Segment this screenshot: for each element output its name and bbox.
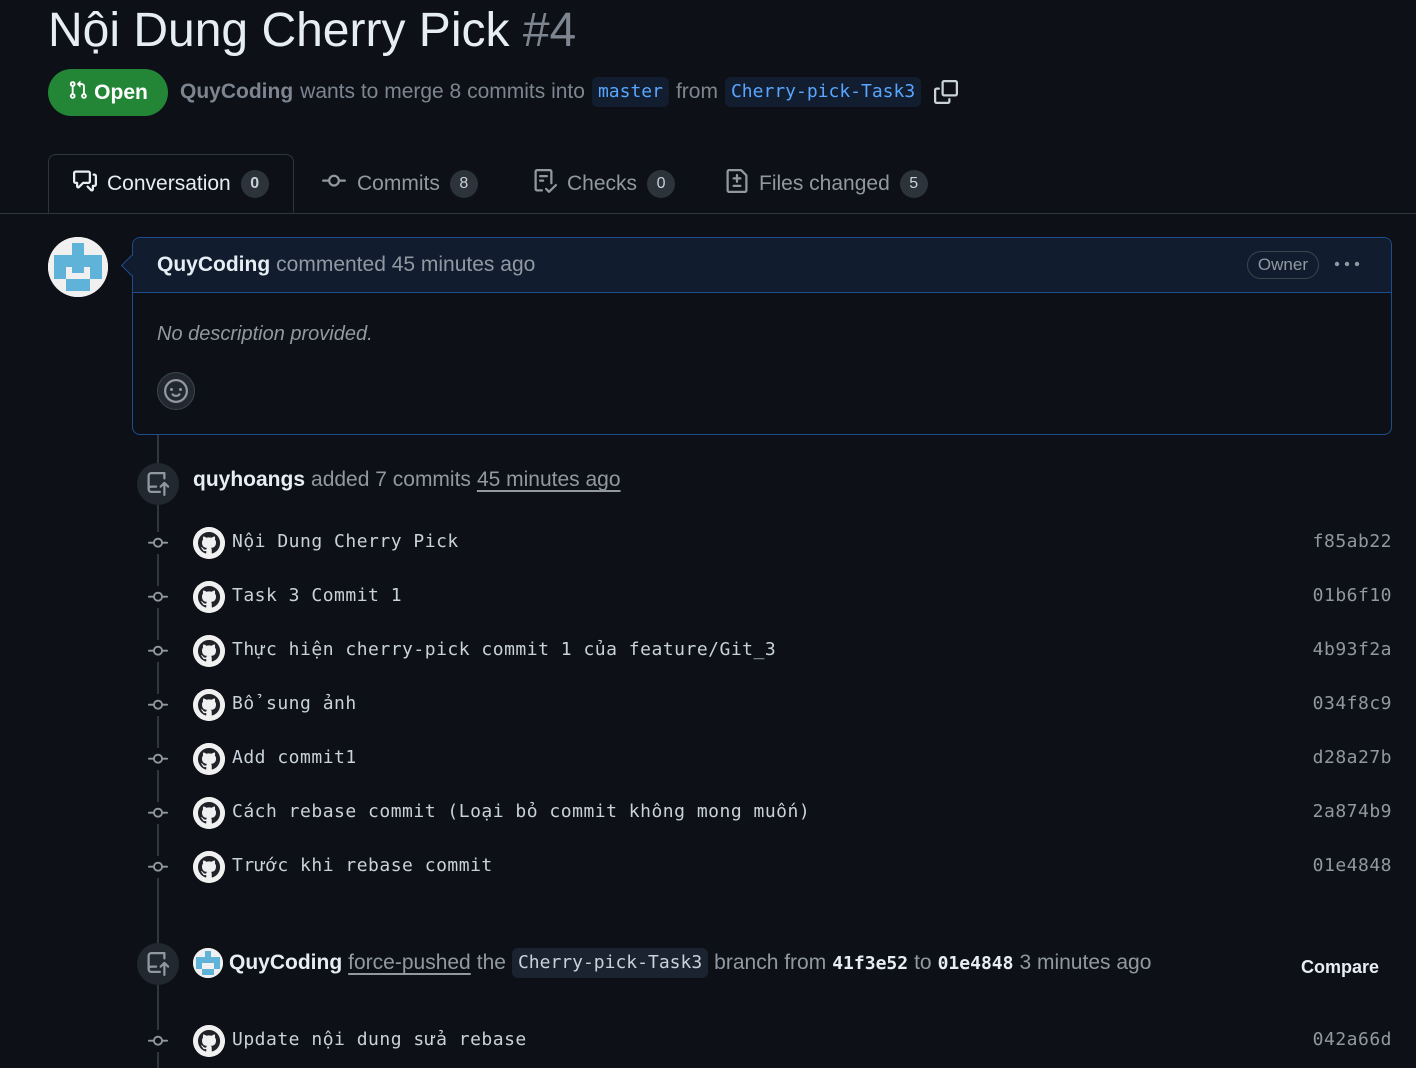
- base-branch[interactable]: master: [591, 77, 669, 107]
- commits-added-event: quyhoangs added 7 commits 45 minutes ago: [193, 468, 621, 492]
- event-author[interactable]: quyhoangs: [193, 468, 305, 492]
- tab-commits[interactable]: Commits 8: [321, 154, 478, 213]
- pr-tabs: Conversation 0 Commits 8 Checks 0 Files …: [0, 154, 1416, 214]
- tab-files-changed-count: 5: [899, 169, 928, 198]
- push-from-sha[interactable]: 41f3e52: [832, 953, 908, 974]
- list-item: Bổ sung ảnh 034f8c9: [0, 685, 1416, 725]
- pr-description-comment: QuyCoding commented 45 minutes ago Owner…: [132, 237, 1392, 435]
- tab-checks-label: Checks: [567, 171, 638, 195]
- commit-message[interactable]: Trước khi rebase commit: [232, 855, 493, 876]
- git-commit-icon: [145, 748, 171, 770]
- pr-from-text: from: [675, 80, 718, 103]
- tab-conversation-count: 0: [240, 169, 269, 198]
- repo-push-icon: [137, 943, 179, 985]
- commit-sha[interactable]: 01b6f10: [1313, 585, 1392, 606]
- pr-merge-text: wants to merge 8 commits into: [300, 80, 585, 103]
- pr-author-link[interactable]: QuyCoding: [180, 80, 293, 104]
- push-author[interactable]: QuyCoding: [229, 951, 342, 975]
- github-mark-icon[interactable]: [193, 689, 225, 721]
- tab-conversation[interactable]: Conversation 0: [48, 154, 294, 213]
- list-item: Thực hiện cherry-pick commit 1 của featu…: [0, 631, 1416, 671]
- list-item: Add commit1 d28a27b: [0, 739, 1416, 779]
- git-commit-icon: [145, 802, 171, 824]
- tab-commits-label: Commits: [357, 171, 440, 195]
- force-push-event: QuyCoding force-pushed the Cherry-pick-T…: [193, 948, 1151, 978]
- git-commit-icon: [145, 640, 171, 662]
- commit-sha[interactable]: 01e4848: [1313, 855, 1392, 876]
- tab-files-changed[interactable]: Files changed 5: [725, 154, 928, 213]
- git-commit-icon: [145, 856, 171, 878]
- commit-sha[interactable]: 034f8c9: [1313, 693, 1392, 714]
- push-action-link[interactable]: force-pushed: [348, 951, 471, 975]
- smiley-icon[interactable]: [157, 372, 195, 410]
- compare-button[interactable]: Compare: [1301, 957, 1379, 978]
- git-commit-icon: [145, 694, 171, 716]
- event-text: added 7 commits: [311, 468, 471, 491]
- tab-checks-count: 0: [647, 169, 676, 198]
- github-mark-icon[interactable]: [193, 851, 225, 883]
- kebab-horizontal-icon[interactable]: [1333, 254, 1361, 280]
- tab-conversation-label: Conversation: [107, 171, 231, 195]
- copy-icon[interactable]: [934, 80, 959, 104]
- comment-body: No description provided.: [157, 323, 373, 345]
- git-commit-icon: [145, 1030, 171, 1052]
- pr-state-label: Open: [94, 80, 148, 104]
- avatar[interactable]: [48, 237, 108, 297]
- tab-commits-count: 8: [449, 169, 478, 198]
- commit-message[interactable]: Cách rebase commit (Loại bỏ commit không…: [232, 801, 810, 822]
- push-branch-from-text: branch from: [714, 951, 827, 974]
- owner-badge: Owner: [1246, 251, 1319, 279]
- commit-message[interactable]: Update nội dung sửa rebase: [232, 1029, 527, 1050]
- commit-sha[interactable]: 042a66d: [1313, 1029, 1392, 1050]
- pr-state-badge: Open: [48, 69, 168, 116]
- tab-checks[interactable]: Checks 0: [533, 154, 676, 213]
- comment-header: QuyCoding commented 45 minutes ago Owner: [133, 238, 1391, 293]
- commit-message[interactable]: Bổ sung ảnh: [232, 693, 357, 714]
- checklist-icon: [533, 168, 558, 199]
- event-time-link[interactable]: 45 minutes ago: [477, 468, 621, 492]
- commit-message[interactable]: Task 3 Commit 1: [232, 585, 402, 606]
- commit-sha[interactable]: 2a874b9: [1313, 801, 1392, 822]
- pr-number: #4: [522, 4, 577, 57]
- comment-author[interactable]: QuyCoding: [157, 253, 270, 277]
- git-pull-request-icon: [68, 80, 88, 106]
- commit-message[interactable]: Add commit1: [232, 747, 357, 768]
- list-item: Nội Dung Cherry Pick f85ab22: [0, 523, 1416, 563]
- head-branch[interactable]: Cherry-pick-Task3: [724, 77, 922, 107]
- list-item: Task 3 Commit 1 01b6f10: [0, 577, 1416, 617]
- tab-files-changed-label: Files changed: [759, 171, 890, 195]
- push-branch[interactable]: Cherry-pick-Task3: [511, 948, 709, 978]
- repo-push-icon: [137, 463, 179, 505]
- github-mark-icon[interactable]: [193, 527, 225, 559]
- commit-message[interactable]: Thực hiện cherry-pick commit 1 của featu…: [232, 639, 776, 660]
- commit-sha[interactable]: f85ab22: [1313, 531, 1392, 552]
- github-mark-icon[interactable]: [193, 635, 225, 667]
- list-item: Cách rebase commit (Loại bỏ commit không…: [0, 793, 1416, 833]
- github-mark-icon[interactable]: [193, 797, 225, 829]
- commit-sha[interactable]: 4b93f2a: [1313, 639, 1392, 660]
- list-item: Trước khi rebase commit 01e4848: [0, 847, 1416, 887]
- github-mark-icon[interactable]: [193, 1025, 225, 1057]
- push-to-text: to: [914, 951, 932, 974]
- comment-action: commented 45 minutes ago: [276, 253, 536, 276]
- push-the-text: the: [476, 951, 506, 974]
- avatar[interactable]: [193, 948, 223, 978]
- comment-discussion-icon: [73, 169, 97, 199]
- commit-sha[interactable]: d28a27b: [1313, 747, 1392, 768]
- file-diff-icon: [725, 168, 749, 199]
- push-to-sha[interactable]: 01e4848: [938, 953, 1014, 974]
- commit-message[interactable]: Nội Dung Cherry Pick: [232, 531, 459, 552]
- push-time: 3 minutes ago: [1019, 951, 1152, 974]
- list-item: Update nội dung sửa rebase 042a66d: [0, 1021, 1416, 1061]
- github-mark-icon[interactable]: [193, 743, 225, 775]
- github-mark-icon[interactable]: [193, 581, 225, 613]
- git-commit-icon: [321, 169, 347, 199]
- pr-title-text: Nội Dung Cherry Pick: [48, 4, 510, 57]
- git-commit-icon: [145, 532, 171, 554]
- pr-meta: QuyCoding wants to merge 8 commits into …: [180, 76, 959, 108]
- pr-title: Nội Dung Cherry Pick #4: [48, 2, 576, 60]
- git-commit-icon: [145, 586, 171, 608]
